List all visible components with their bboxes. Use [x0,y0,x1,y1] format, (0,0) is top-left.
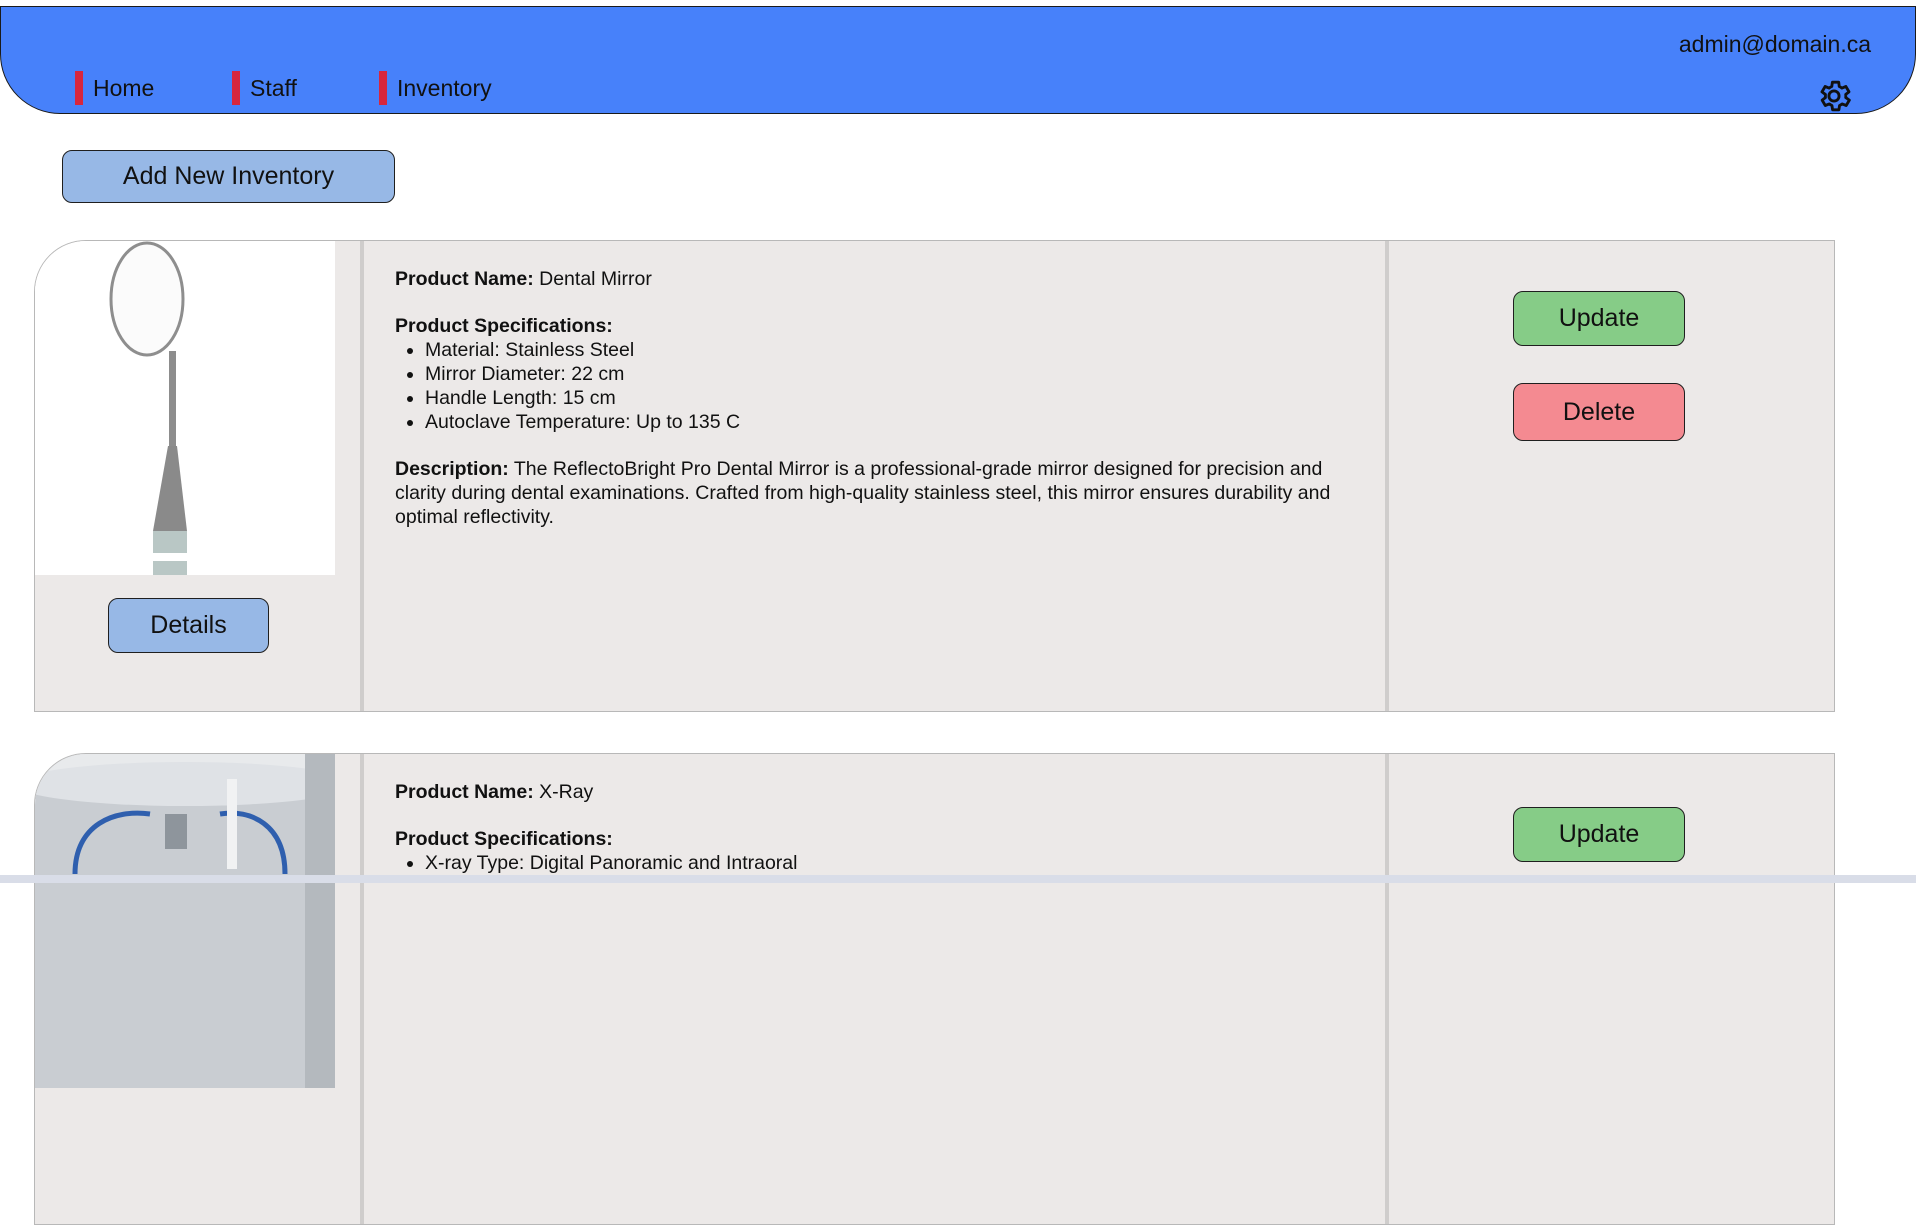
nav-label-staff: Staff [250,74,297,101]
update-button[interactable]: Update [1513,291,1685,346]
nav-marker [232,71,240,105]
spec-item: Material: Stainless Steel [425,338,1335,362]
details-button[interactable]: Details [108,598,269,653]
product-image [35,241,335,575]
nav-marker [75,71,83,105]
product-info: Product Name: Dental Mirror Product Spec… [395,267,1335,552]
spec-item: X-ray Type: Digital Panoramic and Intrao… [425,851,1335,875]
column-divider [360,241,364,711]
spec-item: Handle Length: 15 cm [425,386,1335,410]
nav-item-home[interactable]: Home [75,69,154,107]
nav-marker [379,71,387,105]
update-button[interactable]: Update [1513,807,1685,862]
description-text: The ReflectoBright Pro Dental Mirror is … [395,458,1331,528]
column-divider [1385,241,1389,711]
nav-label-inventory: Inventory [397,74,492,101]
specs-list: Material: Stainless Steel Mirror Diamete… [395,338,1335,434]
dental-mirror-image [35,241,335,575]
xray-machine-image [35,754,335,1088]
nav-label-home: Home [93,74,155,101]
spec-item: Mirror Diameter: 22 cm [425,362,1335,386]
product-name: Product Name: Dental Mirror [395,268,652,290]
add-new-inventory-button[interactable]: Add New Inventory [62,150,395,203]
product-name-value: Dental Mirror [539,268,652,290]
gear-icon[interactable] [1815,77,1853,115]
bottom-scroll-strip [0,875,1916,883]
column-divider [360,754,364,1224]
delete-button[interactable]: Delete [1513,383,1685,441]
product-image [35,754,335,1088]
specs-heading: Product Specifications: [395,828,613,850]
product-name-value: X-Ray [539,781,594,803]
product-name: Product Name: X-Ray [395,781,594,803]
product-card: Product Name: X-Ray Product Specificatio… [34,753,1835,1225]
specs-list: X-ray Type: Digital Panoramic and Intrao… [395,851,1335,875]
top-nav-bar: admin@domain.ca Home Staff Inventory [0,6,1916,114]
nav-item-staff[interactable]: Staff [232,69,297,107]
user-email[interactable]: admin@domain.ca [1679,31,1871,58]
specs-heading: Product Specifications: [395,315,613,337]
product-description: Description: The ReflectoBright Pro Dent… [395,458,1331,528]
product-card: Details Product Name: Dental Mirror Prod… [34,240,1835,712]
spec-item: Autoclave Temperature: Up to 135 C [425,410,1335,434]
nav-item-inventory[interactable]: Inventory [379,69,492,107]
column-divider [1385,754,1389,1224]
